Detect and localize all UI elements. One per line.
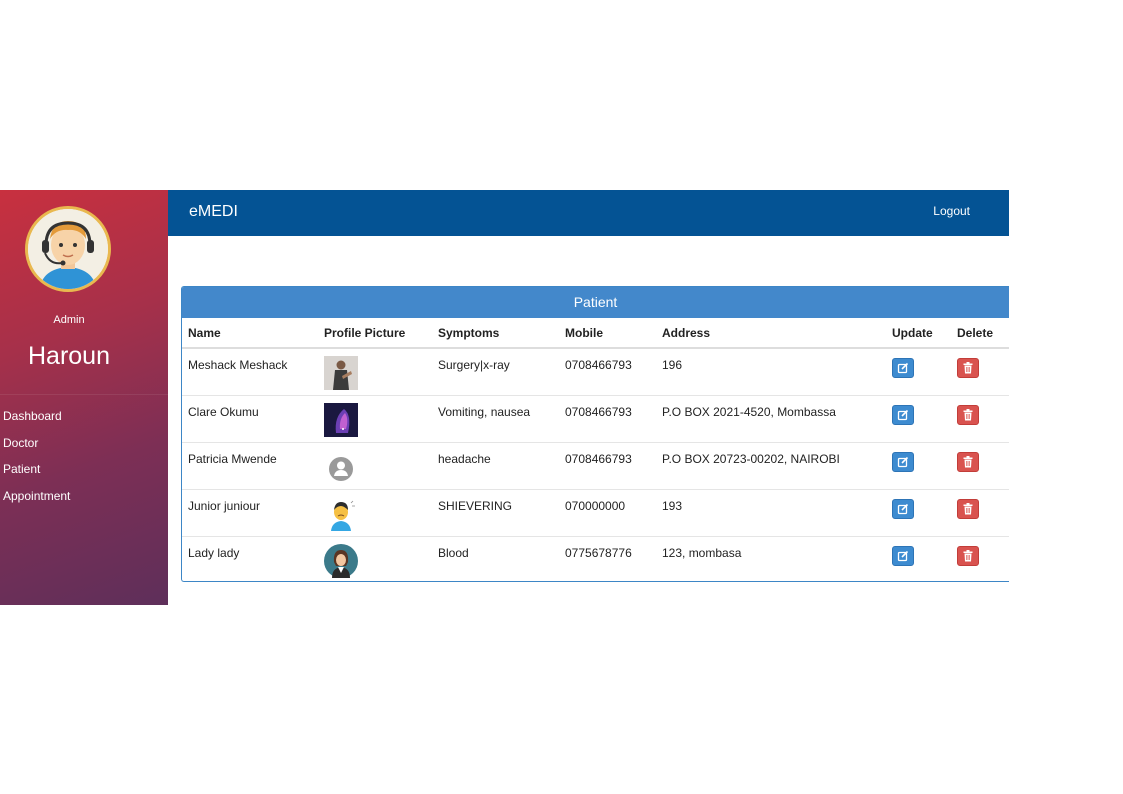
profile-picture-cell [318, 488, 432, 536]
patient-panel: Patient Name Profile Picture Symptoms Mo… [181, 286, 1009, 582]
sidebar-profile: Admin Haroun [0, 190, 168, 394]
patient-address: 193 [656, 488, 886, 536]
update-cell [886, 441, 951, 489]
patient-mobile: 0775678776 [559, 535, 656, 581]
update-cell [886, 535, 951, 581]
patient-mobile: 070000000 [559, 488, 656, 536]
patient-symptoms: headache [432, 441, 559, 489]
brand-title[interactable]: eMEDI [189, 203, 238, 221]
trash-icon [963, 455, 973, 467]
patient-address: 123, mombasa [656, 535, 886, 581]
user-name: Haroun [28, 342, 110, 370]
table-header-row: Name Profile Picture Symptoms Mobile Add… [182, 318, 1009, 349]
delete-button[interactable] [957, 451, 979, 472]
patient-mobile: 0708466793 [565, 358, 632, 372]
user-role: Admin [53, 314, 85, 326]
patient-address: P.O BOX 20723-00202, NAIROBI [656, 441, 886, 489]
patient-name: Lady lady [182, 535, 318, 581]
patient-photo [324, 356, 358, 390]
logout-link[interactable]: Logout [933, 204, 970, 218]
patient-name: Junior juniour [182, 488, 318, 536]
top-navbar: eMEDI Logout [168, 190, 1009, 236]
delete-button[interactable] [957, 545, 979, 566]
trash-icon [963, 502, 973, 514]
delete-cell [951, 394, 1009, 442]
patient-name: Patricia Mwende [182, 441, 318, 489]
column-header-address: Address [656, 318, 886, 349]
delete-button[interactable] [957, 498, 979, 519]
update-button[interactable] [892, 358, 914, 378]
trash-icon [963, 408, 973, 420]
column-header-mobile: Mobile [559, 318, 656, 349]
delete-cell [951, 441, 1009, 489]
edit-icon [897, 409, 909, 420]
sidebar-nav: Dashboard Doctor Patient Appointment [0, 394, 168, 510]
patient-symptoms: Surgery|x-ray [438, 358, 510, 372]
update-cell [886, 348, 951, 395]
update-cell [886, 488, 951, 536]
edit-icon [897, 503, 909, 514]
profile-picture-cell [318, 394, 432, 442]
column-header-symptoms: Symptoms [432, 318, 559, 349]
table-row: Lady lady Blood 0775678776 123, mombasa [182, 535, 1009, 581]
update-button[interactable] [892, 498, 914, 519]
panel-title: Patient [182, 287, 1009, 318]
table-row: Junior juniour SHIEVERING 070000000 193 [182, 488, 1009, 536]
patient-name: Clare Okumu [182, 394, 318, 442]
patient-mobile: 0708466793 [559, 394, 656, 442]
delete-cell [951, 535, 1009, 581]
patient-name: Meshack Meshack [188, 358, 288, 372]
column-header-name: Name [182, 318, 318, 349]
table-row: Clare Okumu Vomiting, nausea 0708466793 … [182, 394, 1009, 442]
patient-address: P.O BOX 2021-4520, Mombassa [656, 394, 886, 442]
patient-address: 196 [662, 358, 683, 372]
delete-cell [951, 348, 1009, 395]
update-button[interactable] [892, 545, 914, 566]
sidebar-item-patient[interactable]: Patient [0, 456, 168, 483]
patient-mobile: 0708466793 [559, 441, 656, 489]
delete-button[interactable] [957, 404, 979, 425]
table-row: Patricia Mwende headache 0708466793 P.O … [182, 441, 1009, 489]
column-header-delete: Delete [951, 318, 1009, 349]
sidebar-item-doctor[interactable]: Doctor [0, 430, 168, 457]
sidebar-item-dashboard[interactable]: Dashboard [0, 403, 168, 430]
edit-icon [897, 362, 909, 374]
patient-symptoms: Blood [432, 535, 559, 581]
delete-cell [951, 488, 1009, 536]
patient-photo [324, 496, 358, 531]
profile-picture-cell [318, 348, 432, 395]
edit-icon [897, 550, 909, 561]
default-avatar-icon [324, 449, 358, 484]
patient-table: Name Profile Picture Symptoms Mobile Add… [182, 318, 1009, 581]
edit-icon [897, 456, 909, 467]
sidebar: Admin Haroun Dashboard Doctor Patient Ap… [0, 190, 168, 605]
table-row: Meshack Meshack Surgery|x-ray 0708466793… [182, 348, 1009, 395]
column-header-update: Update [886, 318, 951, 349]
column-header-profile-picture: Profile Picture [318, 318, 432, 349]
patient-photo [324, 402, 358, 437]
update-cell [886, 394, 951, 442]
update-button[interactable] [892, 404, 914, 425]
patient-photo [324, 543, 358, 578]
patient-symptoms: Vomiting, nausea [432, 394, 559, 442]
delete-button[interactable] [957, 358, 979, 378]
update-button[interactable] [892, 451, 914, 472]
sidebar-item-appointment[interactable]: Appointment [0, 483, 168, 510]
trash-icon [963, 362, 973, 374]
patient-symptoms: SHIEVERING [432, 488, 559, 536]
admin-avatar [25, 206, 111, 292]
trash-icon [963, 549, 973, 561]
profile-picture-cell [318, 441, 432, 489]
profile-picture-cell [318, 535, 432, 581]
